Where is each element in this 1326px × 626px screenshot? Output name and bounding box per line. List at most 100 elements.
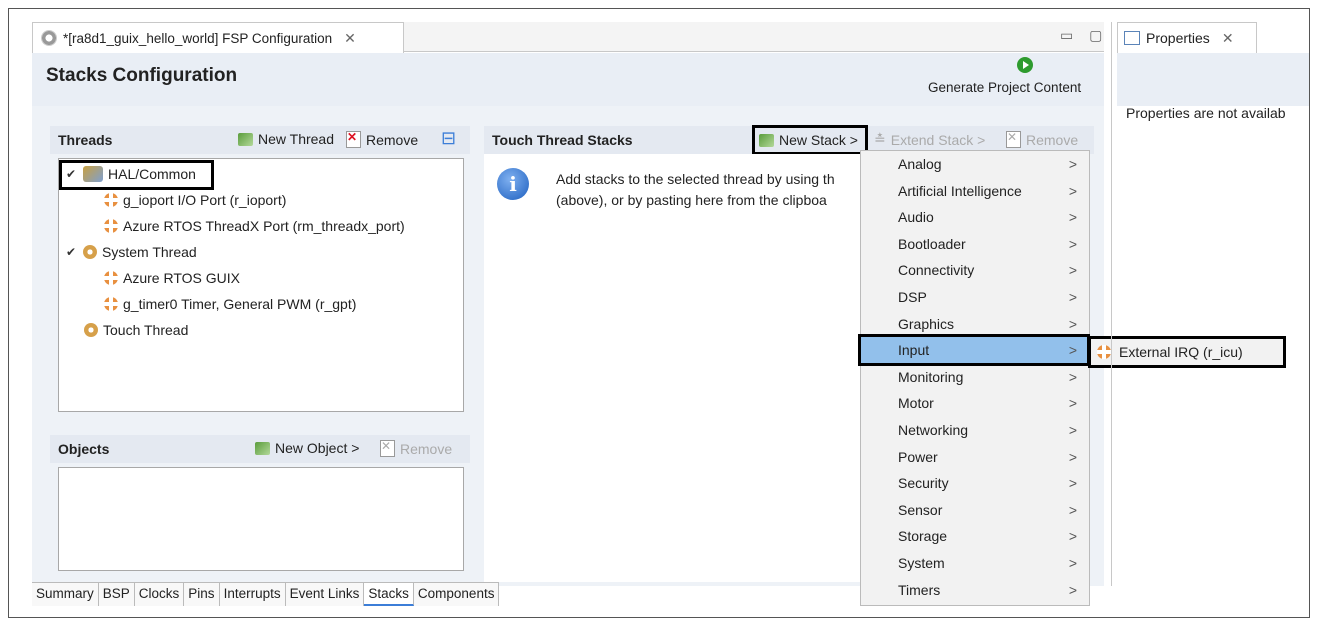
menu-item-motor[interactable]: Motor > <box>861 390 1089 416</box>
tree-item-label: HAL/Common <box>108 166 196 182</box>
menu-item-power[interactable]: Power > <box>861 444 1089 470</box>
tree-item-label: System Thread <box>102 244 197 260</box>
tab-components[interactable]: Components <box>413 583 500 606</box>
chevron-down-icon[interactable]: ✔︎ <box>66 167 78 181</box>
menu-item-ai[interactable]: Artificial Intelligence > <box>861 178 1089 204</box>
menu-item-sensor[interactable]: Sensor > <box>861 497 1089 523</box>
tab-stacks[interactable]: Stacks <box>364 583 414 606</box>
chevron-down-icon[interactable]: ✔︎ <box>66 245 78 259</box>
remove-thread-label: Remove <box>366 131 419 148</box>
new-object-button[interactable]: New Object > <box>255 440 359 456</box>
menu-item-label: Timers <box>898 581 941 598</box>
driver-icon <box>104 193 118 207</box>
new-thread-button[interactable]: New Thread <box>238 131 334 147</box>
generate-project-content-button[interactable]: Generate Project Content <box>928 80 1081 95</box>
menu-item-system[interactable]: System > <box>861 550 1089 576</box>
tree-item-label: Azure RTOS ThreadX Port (rm_threadx_port… <box>123 218 405 234</box>
remove-icon <box>1006 130 1021 148</box>
properties-icon <box>1124 31 1140 45</box>
tree-item-hal-common[interactable]: ✔︎ HAL/Common <box>66 166 196 182</box>
chevron-right-icon: > <box>1068 368 1077 385</box>
menu-item-label: DSP <box>898 289 927 305</box>
menu-item-label: Audio <box>898 209 934 226</box>
menu-item-graphics[interactable]: Graphics > <box>861 311 1089 337</box>
chevron-right-icon: > <box>1068 395 1077 412</box>
info-icon: i <box>497 168 529 200</box>
menu-item-networking[interactable]: Networking > <box>861 417 1089 443</box>
tab-clocks[interactable]: Clocks <box>134 583 185 606</box>
submenu-item-external-irq[interactable]: External IRQ (r_icu) <box>1119 344 1243 360</box>
remove-object-button[interactable]: Remove <box>380 439 453 457</box>
thread-icon <box>84 323 98 337</box>
menu-item-analog[interactable]: Analog > <box>861 151 1089 177</box>
menu-item-audio[interactable]: Audio > <box>861 204 1089 230</box>
chevron-right-icon: > <box>1068 501 1077 518</box>
extend-icon: ≛ <box>874 131 886 147</box>
tree-item-ioport[interactable]: g_ioport I/O Port (r_ioport) <box>104 192 286 208</box>
view-divider <box>1111 22 1112 586</box>
menu-item-dsp[interactable]: DSP > <box>861 284 1089 310</box>
driver-icon <box>104 219 118 233</box>
tree-item-timer[interactable]: g_timer0 Timer, General PWM (r_gpt) <box>104 296 356 312</box>
add-icon <box>238 132 253 146</box>
menu-item-connectivity[interactable]: Connectivity > <box>861 257 1089 283</box>
driver-icon <box>104 271 118 285</box>
properties-tab[interactable]: Properties ✕ <box>1117 22 1257 53</box>
tab-event-links[interactable]: Event Links <box>285 583 365 606</box>
tree-item-guix[interactable]: Azure RTOS GUIX <box>104 270 240 286</box>
chevron-right-icon: > <box>1068 262 1077 279</box>
thread-icon <box>83 245 97 259</box>
highlight-input <box>858 334 1090 366</box>
menu-item-label: Power <box>898 448 938 465</box>
remove-thread-button[interactable]: Remove <box>346 130 419 148</box>
properties-message: Properties are not availab <box>1126 105 1286 121</box>
close-icon[interactable]: ✕ <box>344 30 356 47</box>
chevron-right-icon: > <box>1068 156 1077 172</box>
extend-stack-button[interactable]: ≛ Extend Stack > <box>874 131 985 148</box>
close-icon[interactable]: ✕ <box>1222 30 1234 47</box>
input-submenu: External IRQ (r_icu) <box>1088 336 1286 368</box>
editor-tab[interactable]: *[ra8d1_guix_hello_world] FSP Configurat… <box>32 22 404 53</box>
stacks-canvas <box>484 154 860 582</box>
tab-bsp[interactable]: BSP <box>98 583 135 606</box>
chevron-right-icon: > <box>1068 182 1077 199</box>
chevron-right-icon: > <box>1068 315 1077 332</box>
new-object-label: New Object > <box>275 440 360 456</box>
chevron-right-icon: > <box>1068 235 1077 252</box>
generate-icon[interactable] <box>1017 57 1033 73</box>
chevron-right-icon: > <box>1068 209 1077 226</box>
remove-stack-label: Remove <box>1026 131 1079 148</box>
menu-item-storage[interactable]: Storage > <box>861 523 1089 549</box>
fsp-config-icon <box>41 30 57 46</box>
properties-header-band <box>1117 53 1309 106</box>
window-controls[interactable]: ▭ ▢ <box>1060 27 1108 44</box>
properties-tab-label: Properties <box>1146 30 1210 46</box>
editor-tab-title: *[ra8d1_guix_hello_world] FSP Configurat… <box>63 30 333 46</box>
new-stack-button[interactable]: New Stack > <box>752 125 868 155</box>
tab-summary[interactable]: Summary <box>32 583 99 606</box>
driver-icon <box>104 297 118 311</box>
menu-item-monitoring[interactable]: Monitoring > <box>861 364 1089 390</box>
tab-interrupts[interactable]: Interrupts <box>219 583 286 606</box>
collapse-all-icon[interactable]: ⊟ <box>441 128 456 149</box>
remove-object-label: Remove <box>400 440 453 457</box>
chevron-right-icon: > <box>1068 289 1077 305</box>
menu-item-label: Graphics <box>898 315 955 332</box>
tree-item-touch-thread[interactable]: Touch Thread <box>84 322 188 338</box>
bottom-tab-bar: Summary BSP Clocks Pins Interrupts Event… <box>32 582 500 606</box>
remove-icon <box>346 130 361 148</box>
objects-title: Objects <box>58 441 110 457</box>
tree-item-system-thread[interactable]: ✔︎ System Thread <box>66 244 197 260</box>
tree-item-threadx-port[interactable]: Azure RTOS ThreadX Port (rm_threadx_port… <box>104 218 405 234</box>
chevron-right-icon: > <box>1068 581 1077 598</box>
add-icon <box>255 441 270 455</box>
tab-pins[interactable]: Pins <box>184 583 220 606</box>
new-thread-label: New Thread <box>258 131 335 147</box>
remove-stack-button[interactable]: Remove <box>1006 130 1079 148</box>
extend-stack-label: Extend Stack > <box>890 131 986 148</box>
info-line-1: Add stacks to the selected thread by usi… <box>556 171 835 187</box>
menu-item-security[interactable]: Security > <box>861 470 1089 496</box>
menu-item-label: Analog <box>898 156 942 172</box>
menu-item-bootloader[interactable]: Bootloader > <box>861 231 1089 257</box>
menu-item-timers[interactable]: Timers > <box>861 577 1089 603</box>
